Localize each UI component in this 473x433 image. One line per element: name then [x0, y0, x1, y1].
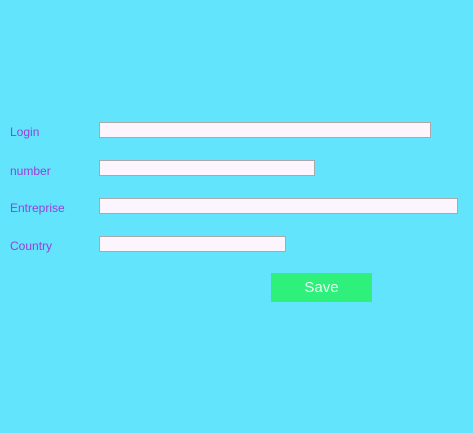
- entreprise-label: Entreprise: [10, 201, 65, 215]
- number-label: number: [10, 164, 51, 178]
- country-label: Country: [10, 239, 53, 253]
- entreprise-field[interactable]: [99, 198, 458, 214]
- login-label: Login: [10, 125, 40, 139]
- login-field[interactable]: [99, 122, 431, 138]
- country-field[interactable]: [99, 236, 286, 252]
- save-button[interactable]: Save: [271, 273, 372, 302]
- registration-form: Login number Entreprise Country Save: [0, 0, 473, 433]
- number-field[interactable]: [99, 160, 315, 176]
